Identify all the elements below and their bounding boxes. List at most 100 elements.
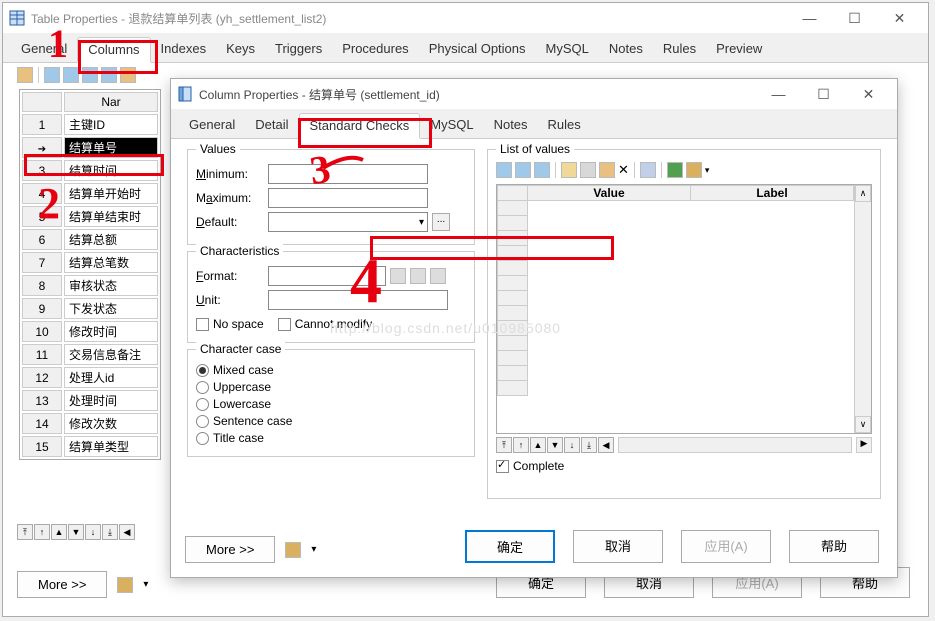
nospace-checkbox[interactable]: No space <box>196 317 264 331</box>
column-icon <box>177 86 193 102</box>
toolbar-icon[interactable] <box>44 67 60 83</box>
main-titlebar: Table Properties - 退款结算单列表 (yh_settlemen… <box>3 3 928 33</box>
chevron-down-icon: ▾ <box>419 217 424 228</box>
unit-input[interactable] <box>268 290 448 310</box>
complete-checkbox[interactable]: ✓Complete <box>496 459 872 473</box>
tab-notes[interactable]: Notes <box>599 37 653 62</box>
format-btn1[interactable] <box>390 268 406 284</box>
tab-rules[interactable]: Rules <box>653 37 706 62</box>
tab-col-detail[interactable]: Detail <box>245 113 298 138</box>
watermark: http://blog.csdn.net/u010985080 <box>330 320 561 336</box>
close-button[interactable]: ✕ <box>877 4 922 32</box>
tb-icon[interactable] <box>496 162 512 178</box>
charcase-group: Character case Mixed case Uppercase Lowe… <box>187 349 475 457</box>
default-dropdown[interactable]: ▾ <box>268 212 428 232</box>
nav-last-icon: ⤓ <box>102 524 118 540</box>
find-icon[interactable] <box>640 162 656 178</box>
tab-general[interactable]: General <box>11 37 77 62</box>
maximum-input[interactable] <box>268 188 428 208</box>
table-row: 7结算总笔数 <box>22 252 158 273</box>
tab-preview[interactable]: Preview <box>706 37 772 62</box>
table-row: 9下发状态 <box>22 298 158 319</box>
tab-col-mysql[interactable]: MySQL <box>420 113 483 138</box>
lov-nav[interactable]: ⤒↑▲▼↓⤓◀ <box>496 437 614 453</box>
table-row: 13处理时间 <box>22 390 158 411</box>
minimize-button[interactable]: — <box>787 4 832 32</box>
lov-toolbar: ✕ ▾ <box>496 160 872 184</box>
format-btn2[interactable] <box>410 268 426 284</box>
table-row: 8审核状态 <box>22 275 158 296</box>
radio-upper[interactable]: Uppercase <box>196 380 466 394</box>
toolbar-icon[interactable] <box>117 577 133 593</box>
col-help-button[interactable]: 帮助 <box>789 530 879 563</box>
toolbar-icon[interactable] <box>101 67 117 83</box>
tab-physical[interactable]: Physical Options <box>419 37 536 62</box>
toolbar-icon[interactable] <box>285 542 301 558</box>
hscroll[interactable] <box>618 437 852 453</box>
col-value-header[interactable]: Value <box>528 186 691 201</box>
browse-button[interactable]: ... <box>432 213 450 231</box>
radio-lower[interactable]: Lowercase <box>196 397 466 411</box>
scrollbar[interactable]: ∧ ∨ <box>854 185 871 433</box>
tab-indexes[interactable]: Indexes <box>151 37 217 62</box>
col-more-button[interactable]: More >> <box>185 536 275 563</box>
col-cancel-button[interactable]: 取消 <box>573 530 663 563</box>
col-ok-button[interactable]: 确定 <box>465 530 555 563</box>
table-row: 10修改时间 <box>22 321 158 342</box>
table-icon <box>9 10 25 26</box>
nav-buttons[interactable]: ⤒↑▲▼↓⤓◀ <box>17 524 135 540</box>
copy-icon[interactable] <box>580 162 596 178</box>
col-tabs: General Detail Standard Checks MySQL Not… <box>171 109 897 139</box>
tab-col-rules[interactable]: Rules <box>538 113 591 138</box>
col-apply-button[interactable]: 应用(A) <box>681 530 771 563</box>
nav-first-icon: ⤒ <box>17 524 33 540</box>
nav-bottom-icon: ▼ <box>68 524 84 540</box>
col-title: Column Properties - 结算单号 (settlement_id) <box>199 86 756 103</box>
table-row-selected: ➔结算单号 <box>22 137 158 158</box>
maximize-button[interactable]: ☐ <box>832 4 877 32</box>
table-row: 1主键ID <box>22 114 158 135</box>
toolbar-icon[interactable] <box>17 67 33 83</box>
paste-icon[interactable] <box>599 162 615 178</box>
tab-col-general[interactable]: General <box>179 113 245 138</box>
tab-col-notes[interactable]: Notes <box>484 113 538 138</box>
nav-top-icon: ▲ <box>51 524 67 540</box>
nav-prev-icon: ↑ <box>34 524 50 540</box>
table-row: 11交易信息备注 <box>22 344 158 365</box>
tb-icon[interactable] <box>686 162 702 178</box>
toolbar-icon[interactable] <box>82 67 98 83</box>
col-titlebar: Column Properties - 结算单号 (settlement_id)… <box>171 79 897 109</box>
tab-columns[interactable]: Columns <box>77 37 150 63</box>
radio-mixed[interactable]: Mixed case <box>196 363 466 377</box>
delete-icon[interactable]: ✕ <box>618 162 629 178</box>
col-label-header[interactable]: Label <box>691 186 854 201</box>
tab-procedures[interactable]: Procedures <box>332 37 418 62</box>
radio-sentence[interactable]: Sentence case <box>196 414 466 428</box>
table-row: 14修改次数 <box>22 413 158 434</box>
minimum-input[interactable] <box>268 164 428 184</box>
tab-keys[interactable]: Keys <box>216 37 265 62</box>
table-row: 15结算单类型 <box>22 436 158 457</box>
table-row: 4结算单开始时 <box>22 183 158 204</box>
maximize-button[interactable]: ☐ <box>801 80 846 108</box>
excel-icon[interactable] <box>667 162 683 178</box>
tab-col-stdchecks[interactable]: Standard Checks <box>299 113 421 139</box>
tb-icon[interactable] <box>534 162 550 178</box>
minimize-button[interactable]: — <box>756 80 801 108</box>
columns-table[interactable]: Nar 1主键ID ➔结算单号 3结算时间 4结算单开始时 5结算单结束时 6结… <box>19 89 161 460</box>
toolbar-icon[interactable] <box>120 67 136 83</box>
close-button[interactable]: ✕ <box>846 80 891 108</box>
table-row: 12处理人id <box>22 367 158 388</box>
radio-title[interactable]: Title case <box>196 431 466 445</box>
tab-triggers[interactable]: Triggers <box>265 37 332 62</box>
format-input[interactable] <box>268 266 386 286</box>
cut-icon[interactable] <box>561 162 577 178</box>
main-tabs: General Columns Indexes Keys Triggers Pr… <box>3 33 928 63</box>
nav-next-icon: ↓ <box>85 524 101 540</box>
format-btn3[interactable] <box>430 268 446 284</box>
values-group: Values Minimum: Maximum: Default: ▾ ... <box>187 149 475 245</box>
tb-icon[interactable] <box>515 162 531 178</box>
more-button[interactable]: More >> <box>17 571 107 598</box>
toolbar-icon[interactable] <box>63 67 79 83</box>
tab-mysql[interactable]: MySQL <box>536 37 599 62</box>
